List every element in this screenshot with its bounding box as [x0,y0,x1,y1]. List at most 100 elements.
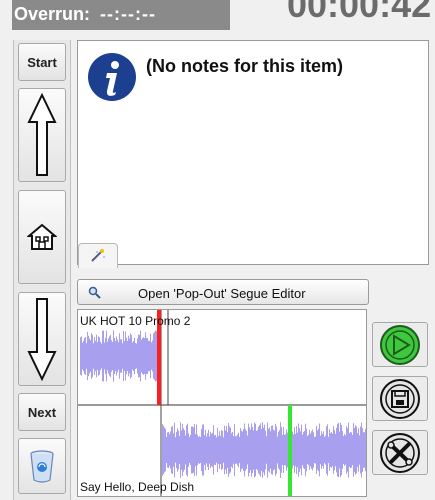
track2-waveform-sample [348,422,349,478]
recycle-bin-button[interactable] [18,438,66,494]
track2-waveform-sample [169,434,170,466]
track1-waveform-sample [87,331,88,381]
track2-waveform-sample [362,428,363,472]
track2-waveform-sample [197,434,198,466]
track2-waveform-sample [344,434,345,466]
track2-waveform-sample [328,436,329,464]
track2-waveform-sample [345,435,346,465]
track1-waveform-sample [147,338,148,374]
track1-waveform-sample [131,334,132,378]
track1-waveform-sample [96,334,97,378]
track1-waveform-sample [81,336,82,376]
track2-waveform-sample [241,430,242,470]
track2-waveform-sample [340,422,341,478]
track2-waveform-sample [261,429,262,471]
track2-waveform-sample [352,434,353,466]
home-button[interactable] [18,190,66,284]
track2-waveform-sample [216,437,217,463]
play-button[interactable] [372,322,428,367]
track2-waveform-sample [281,427,282,473]
track1-waveform-sample [140,330,141,382]
track2-waveform-sample [308,434,309,466]
track2-waveform-sample [222,431,223,469]
track2-waveform-sample [214,435,215,465]
track2-waveform-sample [258,426,259,474]
track2-waveform-sample [330,433,331,467]
track2-waveform-sample [298,423,299,477]
track2-waveform-sample [234,423,235,477]
track2-waveform-sample [297,432,298,468]
track2-waveform-sample [275,423,276,477]
track2-waveform-sample [184,430,185,470]
notes-panel: (No notes for this item) [77,40,429,265]
track2-waveform-sample [311,431,312,469]
track2-waveform-sample [313,432,314,468]
track2-waveform-sample [263,427,264,473]
track2-waveform-sample [243,429,244,471]
move-down-button[interactable] [18,292,66,386]
overrun-value: --:--:-- [100,4,156,24]
track1-waveform-sample [107,341,108,371]
track2-waveform-sample [237,434,238,466]
track2-waveform-sample [256,430,257,470]
overrun-display: Overrun: --:--:-- [12,0,230,30]
track1-waveform-sample [127,340,128,372]
track2-waveform-sample [276,426,277,474]
segue-waveform-panel[interactable]: UK HOT 10 Promo 2 Say Hello, Deep Dish [77,309,367,497]
track2-waveform-sample [266,436,267,464]
track1-waveform-sample [125,331,126,381]
track2-waveform-sample [274,430,275,470]
track1-waveform-sample [116,336,117,376]
overrun-label: Overrun: [14,4,91,24]
track2-waveform-sample [283,426,284,474]
track2-waveform-sample [280,422,281,478]
track2-waveform-sample [331,432,332,468]
track2-waveform-sample [211,433,212,467]
save-button[interactable] [372,376,428,421]
track1-waveform-sample [115,340,116,372]
move-up-button[interactable] [18,88,66,182]
next-button[interactable]: Next [18,393,66,431]
track2-waveform-sample [305,423,306,477]
track2-waveform-sample [346,426,347,474]
track1-waveform-sample [99,337,100,375]
track2-waveform-sample [300,431,301,469]
track2-waveform-sample [168,431,169,469]
track1-waveform-sample [113,330,114,382]
track2-waveform-sample [322,433,323,467]
track2-waveform-sample [299,428,300,472]
next-label: Next [27,404,57,420]
open-segue-editor-button[interactable]: Open 'Pop-Out' Segue Editor [77,279,369,305]
notes-text: (No notes for this item) [146,56,343,76]
track2-waveform-sample [246,430,247,470]
track2-waveform-sample [217,427,218,473]
track1-waveform-sample [112,341,113,371]
track2-waveform-sample [359,435,360,465]
track1-waveform-sample [98,336,99,376]
track2-waveform-sample [304,430,305,470]
track1-waveform-sample [134,337,135,375]
track1-waveform-sample [151,342,152,370]
track1-waveform-sample [103,330,104,382]
track1-waveform-sample [102,330,103,382]
track1-waveform-sample [144,338,145,374]
start-button[interactable]: Start [18,43,66,81]
track2-waveform-sample [319,423,320,477]
track2-waveform-sample [355,425,356,475]
track2-waveform-sample [271,425,272,475]
track2-waveform-sample [273,429,274,471]
track2-waveform-sample [187,423,188,477]
notes-edit-tab[interactable] [78,243,118,268]
track2-waveform-sample [284,434,285,466]
track2-waveform-sample [342,431,343,469]
track2-waveform-sample [167,432,168,468]
track2-waveform-sample [194,424,195,476]
track2-waveform-sample [172,426,173,474]
track2-waveform-sample [225,430,226,470]
track2-waveform-sample [318,428,319,472]
cancel-button[interactable] [372,430,428,475]
track2-waveform-sample [324,436,325,464]
track2-waveform-sample [316,425,317,475]
track1-waveform-sample [111,340,112,372]
track1-waveform-sample [121,339,122,373]
